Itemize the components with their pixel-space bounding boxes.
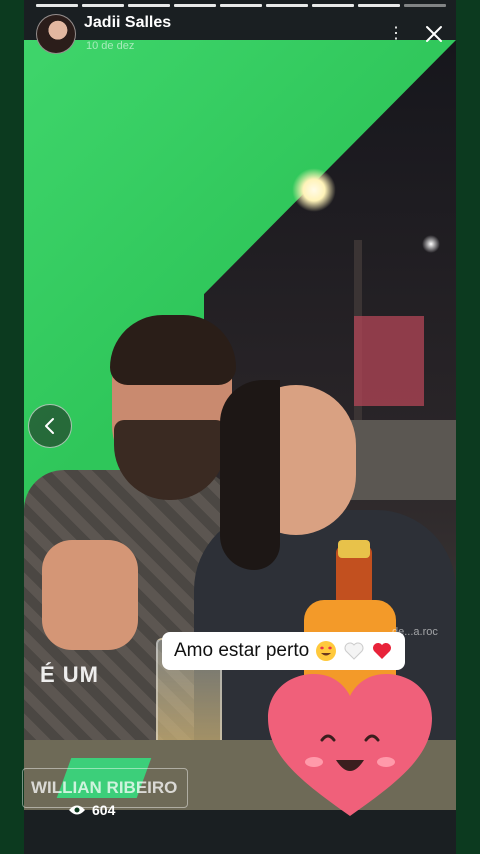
progress-segment xyxy=(174,4,216,7)
woman-hair xyxy=(220,380,280,570)
progress-segment xyxy=(312,4,354,7)
previous-story-button[interactable] xyxy=(28,404,72,448)
heart-eyes-emoji-icon xyxy=(316,641,337,661)
views-count: 604 xyxy=(92,802,116,818)
views-counter[interactable]: 604 xyxy=(68,802,115,818)
smiling-heart-sticker-icon xyxy=(268,674,432,816)
overlay-text-left: É UM xyxy=(40,662,99,687)
caption-sticker: Amo estar perto xyxy=(162,632,406,670)
avatar[interactable] xyxy=(36,14,76,54)
progress-segment xyxy=(36,4,78,7)
story-progress xyxy=(36,4,446,7)
bottle-cap xyxy=(338,540,370,558)
progress-segment xyxy=(220,4,262,7)
progress-segment xyxy=(82,4,124,7)
eye-icon xyxy=(69,805,85,815)
white-heart-emoji-icon xyxy=(344,642,364,660)
progress-segment xyxy=(358,4,400,7)
story-date: 10 de dez xyxy=(86,40,135,52)
username[interactable]: Jadii Salles xyxy=(84,14,171,32)
progress-segment xyxy=(266,4,308,7)
close-icon[interactable] xyxy=(424,24,444,44)
chevron-left-icon xyxy=(45,418,54,434)
progress-segment xyxy=(404,4,446,7)
storefront xyxy=(354,316,424,406)
more-vertical-icon[interactable]: ⋮ xyxy=(388,26,404,42)
thumbs-up-hand xyxy=(42,540,138,650)
caption-text: Amo estar perto xyxy=(174,640,310,661)
street-lamp-light xyxy=(292,168,336,212)
progress-segment xyxy=(128,4,170,7)
distant-light xyxy=(422,235,440,253)
red-heart-emoji-icon xyxy=(373,643,392,659)
